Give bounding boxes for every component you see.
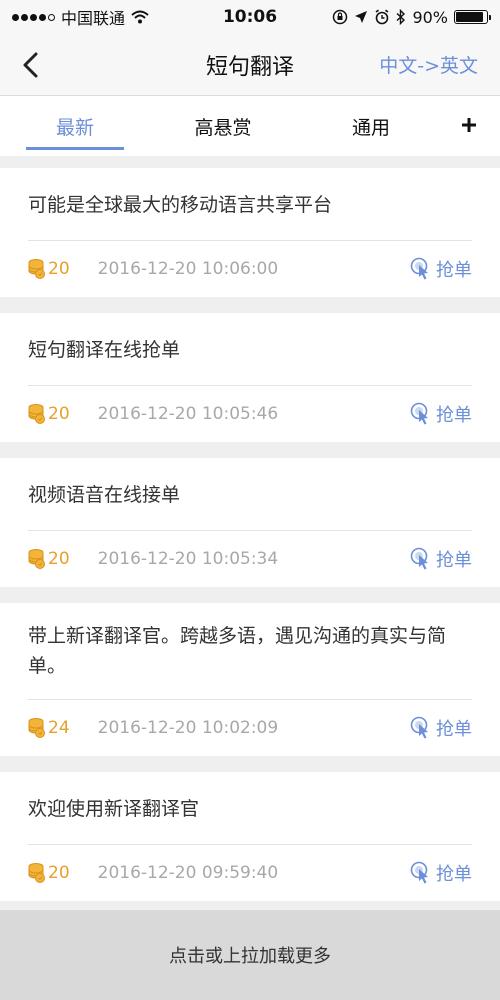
add-tab-button[interactable] — [456, 108, 482, 142]
tap-cursor-icon — [410, 716, 428, 739]
reward-amount: 20 — [48, 259, 70, 279]
status-bar: 中国联通 10:06 90% — [0, 0, 500, 34]
grab-order-label: 抢单 — [436, 864, 472, 885]
grab-order-button[interactable]: 抢单 — [410, 860, 472, 886]
task-footer: 20 2016-12-20 09:59:40 抢单 — [28, 845, 472, 901]
tap-cursor-icon — [410, 402, 428, 425]
tab-latest[interactable]: 最新 — [26, 96, 124, 156]
task-footer: 20 2016-12-20 10:05:34 抢单 — [28, 531, 472, 587]
post-time: 2016-12-20 10:05:34 — [97, 549, 279, 569]
battery-fill — [456, 12, 483, 22]
task-footer: 20 2016-12-20 10:05:46 抢单 — [28, 386, 472, 442]
nav-bar: 短句翻译 中文->英文 — [0, 34, 500, 96]
tab-bar: 最新 高悬赏 通用 — [0, 96, 500, 156]
grab-order-button[interactable]: 抢单 — [410, 401, 472, 427]
coin-icon — [28, 404, 45, 424]
grab-order-label: 抢单 — [436, 550, 472, 571]
coin-icon — [28, 549, 45, 569]
post-time: 2016-12-20 10:02:09 — [97, 718, 279, 738]
status-left: 中国联通 — [12, 5, 149, 29]
location-arrow-icon — [355, 11, 368, 23]
status-right: 90% — [332, 7, 491, 27]
grab-order-button[interactable]: 抢单 — [410, 715, 472, 741]
tab-general[interactable]: 通用 — [336, 96, 406, 156]
orientation-lock-icon — [333, 9, 348, 25]
tab-high-reward[interactable]: 高悬赏 — [180, 96, 266, 156]
task-title: 可能是全球最大的移动语言共享平台 — [28, 168, 472, 241]
list-item[interactable]: 带上新译翻译官。跨越多语，遇见沟通的真实与简单。 24 2016-12-20 1… — [0, 603, 500, 756]
signal-strength-icon — [12, 13, 55, 21]
grab-order-label: 抢单 — [436, 405, 472, 426]
post-time: 2016-12-20 10:06:00 — [97, 259, 279, 279]
language-switch-button[interactable]: 中文->英文 — [379, 51, 478, 78]
task-title: 短句翻译在线抢单 — [28, 313, 472, 386]
bluetooth-icon — [396, 9, 406, 25]
list-item[interactable]: 视频语音在线接单 20 2016-12-20 10:05:34 抢单 — [0, 458, 500, 587]
alarm-icon — [375, 9, 389, 25]
chevron-left-icon — [23, 52, 38, 78]
task-footer: 20 2016-12-20 10:06:00 抢单 — [28, 241, 472, 297]
reward-amount: 24 — [48, 718, 70, 738]
tap-cursor-icon — [410, 547, 428, 570]
carrier-name: 中国联通 — [61, 9, 126, 28]
grab-order-label: 抢单 — [436, 260, 472, 281]
task-title: 欢迎使用新译翻译官 — [28, 772, 472, 845]
task-title: 视频语音在线接单 — [28, 458, 472, 531]
clock: 10:06 — [222, 7, 278, 27]
tap-cursor-icon — [410, 861, 428, 884]
post-time: 2016-12-20 10:05:46 — [97, 404, 279, 424]
list-item[interactable]: 短句翻译在线抢单 20 2016-12-20 10:05:46 抢单 — [0, 313, 500, 442]
list-item[interactable]: 可能是全球最大的移动语言共享平台 20 2016-12-20 10:06:00 … — [0, 168, 500, 297]
coin-icon — [28, 259, 45, 279]
battery-icon — [454, 10, 491, 24]
coin-icon — [28, 718, 45, 738]
coin-icon — [28, 863, 45, 883]
back-button[interactable] — [16, 48, 46, 82]
reward-amount: 20 — [48, 863, 70, 883]
grab-order-button[interactable]: 抢单 — [410, 546, 472, 572]
task-footer: 24 2016-12-20 10:02:09 抢单 — [28, 700, 472, 756]
load-more-button[interactable]: 点击或上拉加载更多 — [0, 910, 500, 1000]
reward-amount: 20 — [48, 549, 70, 569]
task-title: 带上新译翻译官。跨越多语，遇见沟通的真实与简单。 — [28, 603, 472, 700]
reward-amount: 20 — [48, 404, 70, 424]
grab-order-label: 抢单 — [436, 719, 472, 740]
wifi-icon — [131, 10, 149, 24]
list-item[interactable]: 欢迎使用新译翻译官 20 2016-12-20 09:59:40 抢单 — [0, 772, 500, 901]
tap-cursor-icon — [410, 257, 428, 280]
plus-icon — [462, 118, 476, 132]
battery-percent: 90% — [412, 7, 448, 27]
grab-order-button[interactable]: 抢单 — [410, 256, 472, 282]
post-time: 2016-12-20 09:59:40 — [97, 863, 279, 883]
task-list: 可能是全球最大的移动语言共享平台 20 2016-12-20 10:06:00 … — [0, 168, 500, 917]
